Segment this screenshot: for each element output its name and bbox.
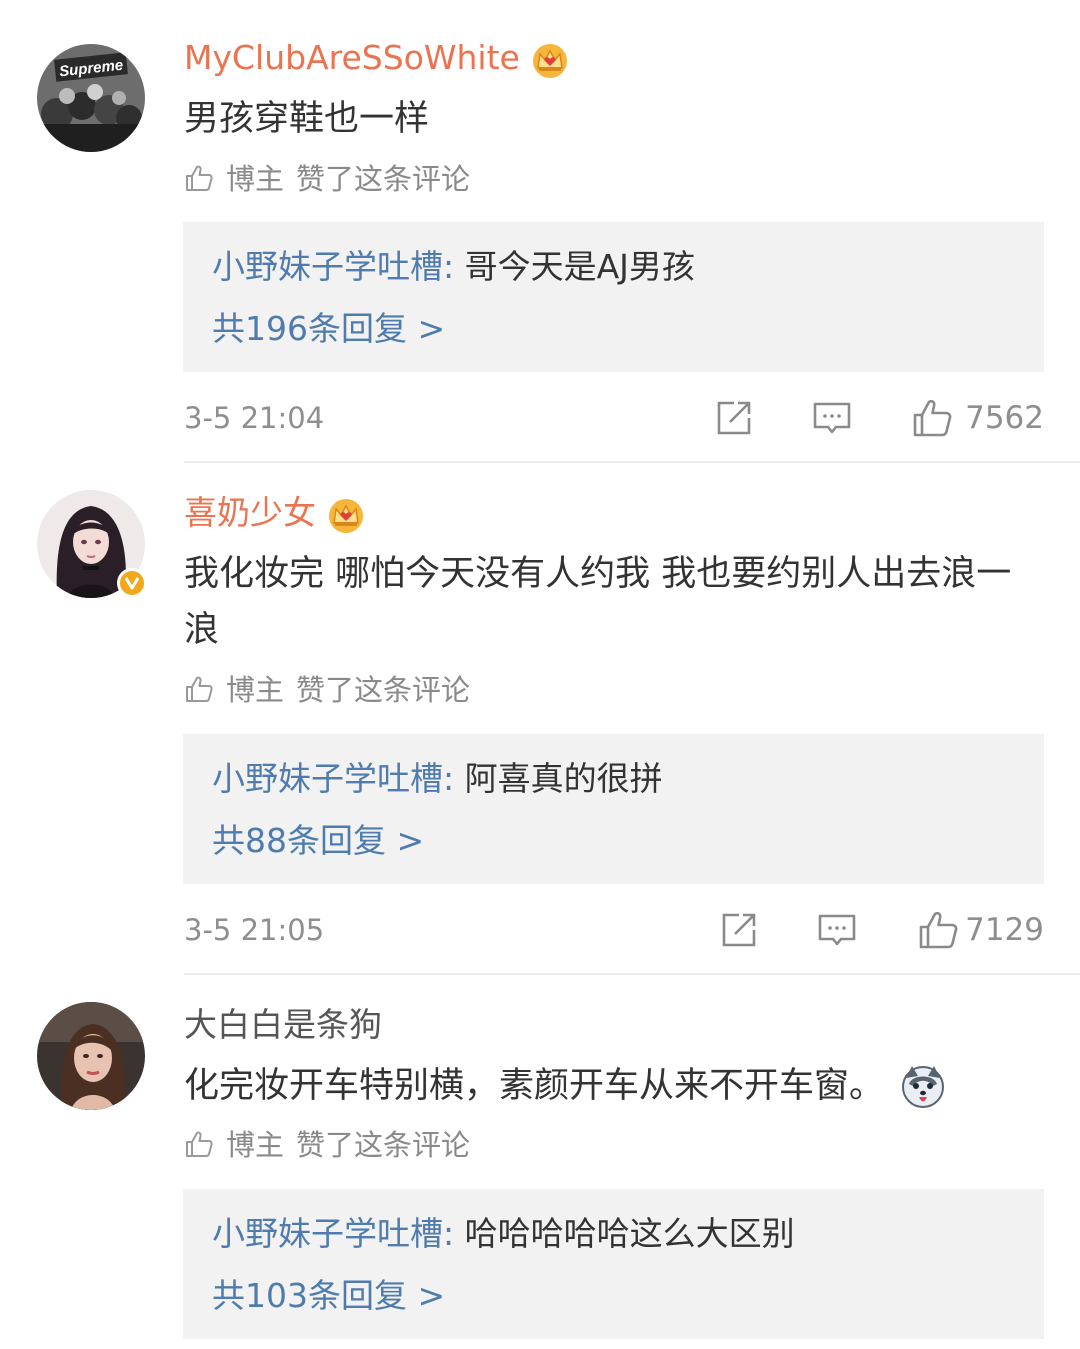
author-liked-note: 博主 赞了这条评论 (184, 1127, 470, 1163)
reply-separator: : (443, 1214, 465, 1253)
avatar[interactable] (37, 1002, 145, 1110)
reply-preview[interactable]: 小野妹子学吐槽: 哈哈哈哈哈这么大区别 共103条回复 > (183, 1189, 1044, 1339)
liked-by: 博主 (226, 1128, 285, 1162)
thumb-up-icon (184, 674, 214, 704)
comment-text: 化完妆开车特别横，素颜开车从来不开车窗。 (184, 1058, 1044, 1114)
comment-footer: 3-5 21:05 7129 (184, 910, 1044, 950)
reply-author[interactable]: 小野妹子学吐槽 (212, 759, 443, 798)
reply-text: 哈哈哈哈哈这么大区别 (464, 1214, 795, 1253)
reply-author[interactable]: 小野妹子学吐槽 (212, 1214, 443, 1253)
verified-badge-icon (117, 568, 147, 598)
liked-by: 博主 (226, 162, 285, 196)
husky-emoji-icon (900, 1064, 946, 1110)
reply-text: 阿喜真的很拼 (464, 759, 663, 798)
comment-icon[interactable] (812, 398, 852, 438)
like-icon[interactable] (918, 910, 958, 950)
liked-label: 赞了这条评论 (296, 162, 471, 196)
comment-text: 我化妆完 哪怕今天没有人约我 我也要约别人出去浪一浪 (184, 554, 1012, 650)
reply-separator: : (443, 247, 465, 286)
like-icon[interactable] (912, 398, 952, 438)
reply-separator: : (443, 759, 465, 798)
thumb-up-icon (184, 1129, 214, 1159)
view-replies-link[interactable]: 共196条回复 > (212, 308, 445, 350)
thumb-up-icon (184, 163, 214, 193)
reply-author[interactable]: 小野妹子学吐槽 (212, 247, 443, 286)
liked-label: 赞了这条评论 (296, 673, 471, 707)
like-count: 7562 (965, 400, 1044, 436)
like-count: 7129 (965, 912, 1044, 948)
timestamp: 3-5 21:05 (184, 913, 325, 947)
comment-icon[interactable] (817, 910, 857, 950)
username[interactable]: MyClubAreSSoWhite (184, 38, 570, 80)
crown-icon (326, 495, 366, 535)
reply-text: 哥今天是AJ男孩 (464, 247, 695, 286)
view-replies-link[interactable]: 共103条回复 > (212, 1275, 445, 1317)
share-icon[interactable] (714, 398, 754, 438)
view-replies-link[interactable]: 共88条回复 > (212, 820, 424, 862)
comment-footer: 3-5 21:04 7562 (184, 398, 1044, 438)
comment-text: 男孩穿鞋也一样 (184, 99, 430, 139)
reply-preview[interactable]: 小野妹子学吐槽: 哥今天是AJ男孩 共196条回复 > (183, 222, 1044, 372)
timestamp: 3-5 21:04 (184, 401, 325, 435)
username[interactable]: 大白白是条狗 (184, 1005, 382, 1045)
liked-by: 博主 (226, 673, 285, 707)
username[interactable]: 喜奶少女 (184, 493, 366, 535)
liked-label: 赞了这条评论 (296, 1128, 471, 1162)
author-liked-note: 博主 赞了这条评论 (184, 161, 470, 197)
divider (184, 973, 1080, 975)
crown-icon (530, 40, 570, 80)
divider (184, 461, 1080, 463)
share-icon[interactable] (719, 910, 759, 950)
avatar[interactable]: Supreme (37, 44, 145, 152)
reply-preview[interactable]: 小野妹子学吐槽: 阿喜真的很拼 共88条回复 > (183, 734, 1044, 884)
author-liked-note: 博主 赞了这条评论 (184, 672, 470, 708)
